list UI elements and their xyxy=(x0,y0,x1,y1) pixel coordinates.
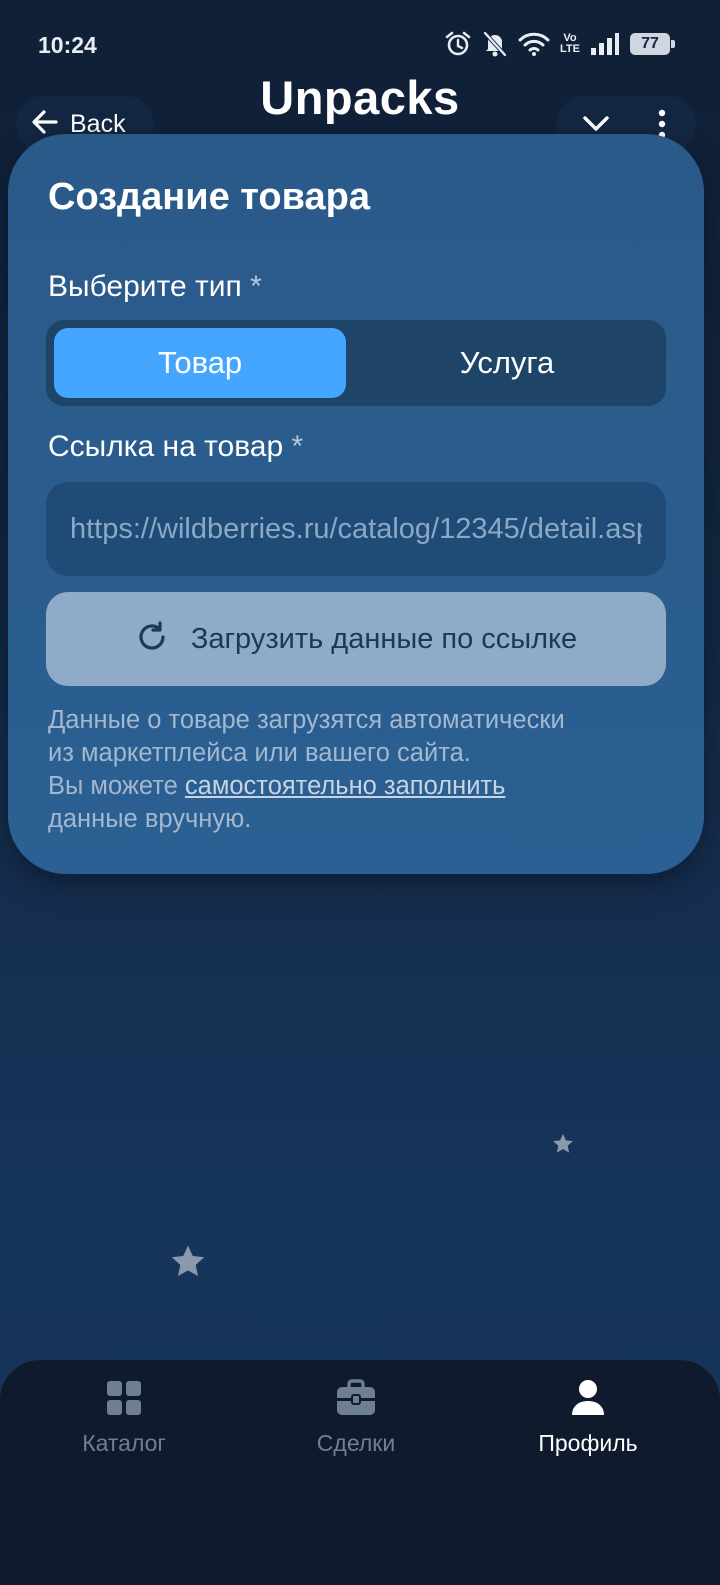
battery-icon: 77 xyxy=(630,33,675,55)
required-mark: * xyxy=(291,430,304,463)
bottom-nav: Каталог Сделки Профиль xyxy=(0,1360,720,1585)
grid-icon xyxy=(34,1378,214,1418)
briefcase-icon xyxy=(266,1378,446,1418)
hint-line-1: Данные о товаре загрузятся автоматически xyxy=(48,706,565,734)
type-option-service[interactable]: Услуга xyxy=(356,328,658,398)
type-label-text: Выберите тип xyxy=(48,270,242,303)
star-icon xyxy=(170,1244,206,1285)
alarm-icon xyxy=(444,30,472,58)
status-time: 10:24 xyxy=(38,32,97,58)
load-data-button[interactable]: Загрузить данные по ссылке xyxy=(46,592,666,686)
hint-text: Данные о товаре загрузятся автоматически… xyxy=(48,704,678,836)
bell-off-icon xyxy=(482,30,508,58)
volte-bottom: LTE xyxy=(560,43,580,55)
load-data-label: Загрузить данные по ссылке xyxy=(190,622,578,655)
signal-icon xyxy=(590,32,620,56)
volte-icon: Vo LTE xyxy=(560,33,580,55)
hint-line-3: Вы можете самостоятельно заполнить xyxy=(48,770,678,803)
refresh-icon xyxy=(135,620,169,659)
hint-line-4: данные вручную. xyxy=(48,805,252,833)
type-segmented-control: Товар Услуга xyxy=(46,320,666,406)
type-option-product[interactable]: Товар xyxy=(54,328,346,398)
type-label: Выберите тип * xyxy=(48,270,262,304)
form-title: Создание товара xyxy=(48,176,370,218)
manual-fill-link[interactable]: самостоятельно заполнить xyxy=(185,772,506,800)
hint-prefix: Вы можете xyxy=(48,772,185,800)
required-mark: * xyxy=(250,270,262,303)
product-link-input[interactable] xyxy=(46,482,666,576)
nav-label-deals: Сделки xyxy=(316,1430,396,1456)
hint-line-2: из маркетплейса или вашего сайта. xyxy=(48,739,471,767)
nav-item-deals[interactable]: Сделки xyxy=(266,1378,446,1457)
nav-label-catalog: Каталог xyxy=(82,1430,166,1456)
link-label-text: Ссылка на товар xyxy=(48,430,284,463)
link-label: Ссылка на товар * xyxy=(48,430,303,464)
create-product-card: Создание товара Выберите тип * Товар Усл… xyxy=(8,134,704,874)
nav-item-catalog[interactable]: Каталог xyxy=(34,1378,214,1457)
star-icon xyxy=(552,1133,574,1160)
status-icons: Vo LTE 77 xyxy=(444,30,675,58)
user-icon xyxy=(498,1378,678,1418)
wifi-icon xyxy=(518,31,550,57)
nav-item-profile[interactable]: Профиль xyxy=(498,1378,678,1457)
nav-label-profile: Профиль xyxy=(538,1430,638,1456)
